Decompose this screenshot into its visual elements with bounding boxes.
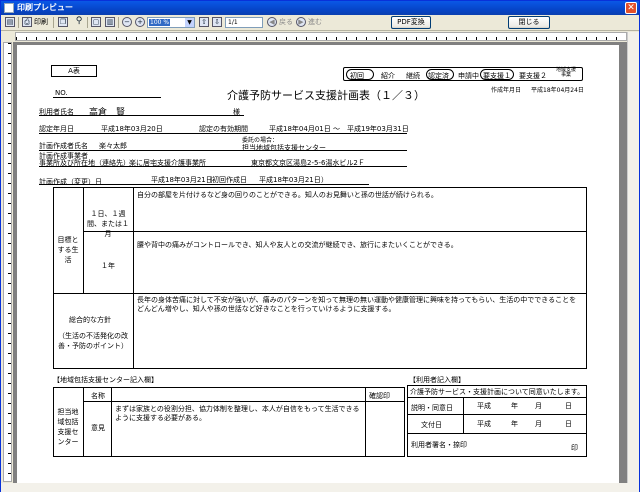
page-down-icon[interactable]: ⇩ [212,17,222,27]
printer-icon[interactable]: ⎙ [22,17,32,27]
pdf-convert-button[interactable]: PDF変換 [391,16,431,29]
divider [53,97,161,98]
goal-label: 目標とする生活 [57,236,79,264]
date-year: 年 [511,402,518,410]
date-day: 日 [565,402,572,410]
toolbar-separator [87,17,88,28]
divider [39,166,407,167]
created-value: 平成18年04月24日 [531,87,584,94]
term-text: 腰や背中の痛みがコントロールでき、知人や友人との交流が継続でき、旅行にまたいくこ… [137,241,458,249]
issue-label: 文付日 [421,421,442,429]
chevron-down-icon[interactable]: ▼ [185,18,194,27]
divider [407,433,587,434]
page-up-icon[interactable]: ⇧ [199,17,209,27]
print-preview-window: 印刷プレビュー ✕ ▤ ⎙ 印刷 ❐ ⚲ ▢ ▥ − + 100 % ▼ ⇧ ⇩… [0,0,640,492]
back-arrow-icon[interactable]: ◀ [267,17,277,27]
seal-label: 印 [571,444,578,452]
print-button[interactable]: 印刷 [34,16,48,29]
divider [407,397,587,398]
divider [83,231,587,232]
policy-label: 総合的な方針 [69,316,111,324]
copy-icon[interactable]: ❐ [58,17,68,27]
policy-label: （生活の不活発化の改善・予防のポイント） [58,332,128,350]
horizontal-scrollbar[interactable] [1,483,639,492]
explain-label: 説明・同意日 [411,404,453,412]
divider [407,414,587,415]
page-setup-icon[interactable]: ▤ [5,17,15,27]
divider [83,401,405,402]
toolbar-separator [53,17,54,28]
center-name: 担当地域包括支援センター [242,144,326,152]
single-page-icon[interactable]: ▢ [91,17,101,27]
plan-date-label: 計画作成（変更）日 [39,178,102,186]
divider [39,184,369,185]
close-button[interactable]: 閉じる [508,16,550,29]
no-label: NO. [55,89,68,97]
forward-arrow-icon[interactable]: ▶ [296,17,306,27]
form-label: A表 [51,65,97,77]
date-month: 月 [535,420,542,428]
vertical-ruler [3,42,12,482]
date-year: 年 [511,420,518,428]
divider [39,150,407,151]
center-col-check: 確認印 [369,392,390,400]
zoom-select[interactable]: 100 % ▼ [147,17,195,28]
zoom-out-icon[interactable]: − [122,17,132,27]
center-col-name: 名称 [91,392,105,400]
date-month: 月 [535,402,542,410]
category-frame [343,67,583,81]
title-bar[interactable]: 印刷プレビュー ✕ [1,1,639,15]
horizontal-ruler [15,32,627,41]
app-icon [4,3,14,13]
forward-button[interactable]: 進む [308,16,322,29]
find-icon[interactable]: ⚲ [74,17,84,27]
divider [39,133,407,134]
term-label: １日、１週間、または１月 [87,210,129,238]
date-heisei: 平成 [477,402,491,410]
sign-label: 利用者署名・捺印 [411,441,467,449]
created-label: 作成年月日 [491,87,522,94]
divider [111,387,112,457]
toolbar: ▤ ⎙ 印刷 ❐ ⚲ ▢ ▥ − + 100 % ▼ ⇧ ⇩ 1/1 ◀ 戻る … [1,15,639,31]
divider [83,387,84,457]
center-entry-title: 【地域包括支援センター記入欄】 [53,376,158,384]
preview-page: A表 NO. 介護予防サービス支援計画表（１／３） 初回 紹介 継続 認定済 申… [17,45,619,483]
close-window-button[interactable]: ✕ [625,2,637,14]
divider [39,115,244,116]
back-button[interactable]: 戻る [279,16,293,29]
divider [133,187,134,369]
zoom-in-icon[interactable]: + [135,17,145,27]
page-number-input[interactable]: 1/1 [225,17,263,28]
zoom-value: 100 % [149,19,171,26]
divider [463,397,464,433]
user-consent: 介護予防サービス・支援計画について同意いたします。 [410,388,585,396]
user-name: 高倉 賢 [89,108,126,118]
term-label: １年 [101,262,115,270]
center-row-label: 担当地域包括支援センター [57,408,79,446]
center-opinion-text: まずは家族との役割分担、協力体制を整理し、本人が自信をもって生活できるように支援… [115,405,360,422]
date-heisei: 平成 [477,420,491,428]
divider [365,387,366,457]
policy-text: 長年の身体苦痛に対して不安が強いが、痛みのパターンを知って無理の無い運動や健康管… [137,296,577,313]
multi-page-icon[interactable]: ▥ [105,17,115,27]
date-day: 日 [565,420,572,428]
term-text: 自分の部屋を片付けるなど身の回りのことができる。知人のお見舞いと孫の世話が続けら… [137,191,438,199]
divider [53,293,587,294]
toolbar-separator [18,17,19,28]
window-title: 印刷プレビュー [17,3,73,12]
page-title: 介護予防サービス支援計画表（１／３） [227,89,425,102]
divider [83,187,84,293]
vertical-scrollbar[interactable] [627,32,639,483]
center-opinion-label: 意見 [91,424,105,432]
user-entry-title: 【利用者記入欄】 [409,376,465,384]
toolbar-separator [118,17,119,28]
